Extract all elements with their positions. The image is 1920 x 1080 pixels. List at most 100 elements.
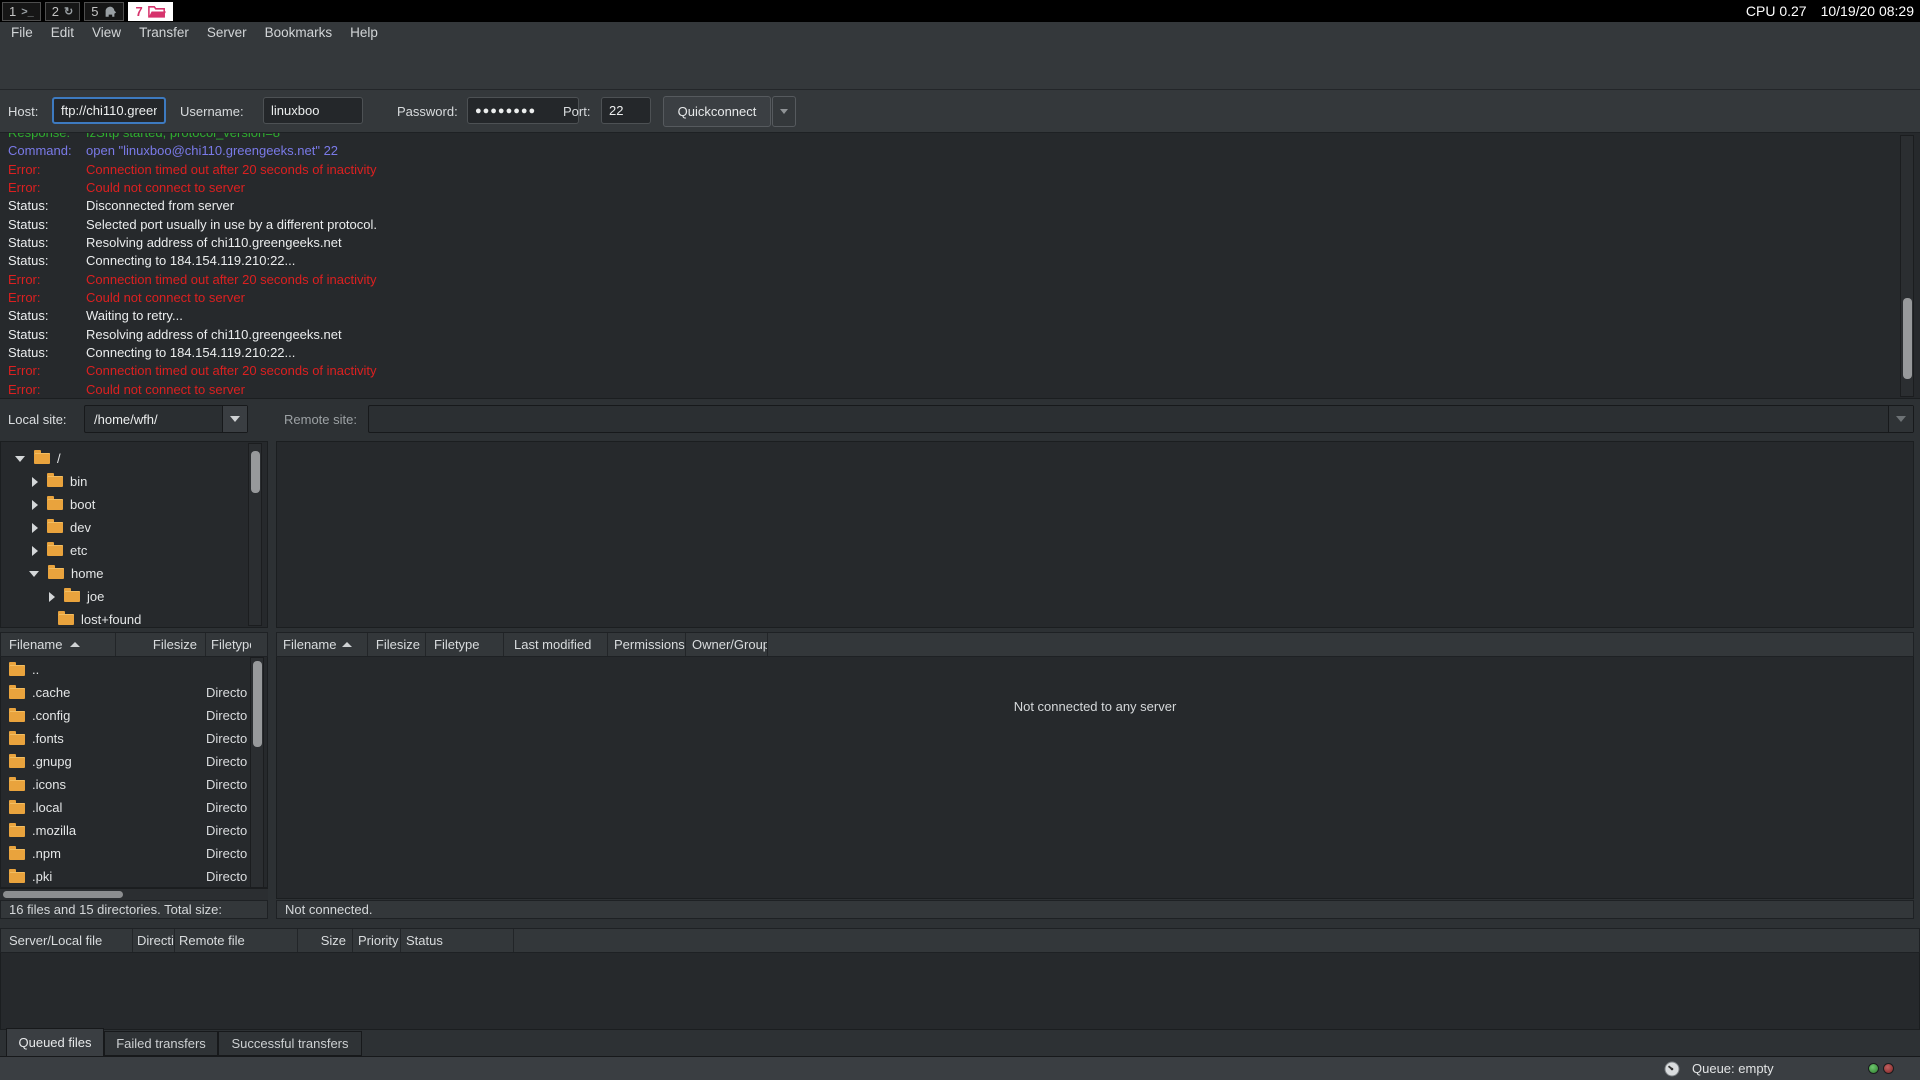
expander-open-icon[interactable] [29,571,39,577]
log-line: Response:fzSftp started, protocol_versio… [0,133,1920,142]
host-input[interactable] [52,97,166,124]
file-row-fonts[interactable]: .fonts Directory [1,728,267,751]
column-header-permissions[interactable]: Permissions [608,633,686,656]
file-row-pki[interactable]: .pki Directory [1,866,267,888]
quickconnect-button[interactable]: Quickconnect [663,96,771,127]
file-row-parent[interactable]: .. [1,659,267,682]
remote-list-status: Not connected. [276,900,1914,919]
column-header-filetype[interactable]: Filetype [206,633,251,656]
file-row-mozilla[interactable]: .mozilla Directory [1,820,267,843]
remote-site-dropdown-button[interactable] [1888,406,1913,432]
column-header-size[interactable]: Size [298,929,353,952]
tree-item-label: etc [70,543,87,558]
column-header-server-local-file[interactable]: Server/Local file [1,929,133,952]
menu-item-bookmarks[interactable]: Bookmarks [256,25,342,40]
remote-directory-tree-empty [276,441,1914,628]
speed-limits-icon[interactable] [1664,1061,1680,1077]
log-line: Error:Connection timed out after 20 seco… [0,362,1920,380]
workspace-7-button[interactable]: 7 [128,2,172,21]
tree-item-boot[interactable]: boot [1,493,267,516]
tree-item-joe[interactable]: joe [1,585,267,608]
queue-header: Server/Local file Direction Remote file … [0,928,1920,953]
workspace-5-button[interactable]: 5 [84,2,124,21]
log-scrollbar-thumb[interactable] [1903,298,1912,379]
log-line: Error:Could not connect to server [0,381,1920,399]
log-line: Status:Disconnected from server [0,197,1920,215]
tree-item-root[interactable]: / [1,447,267,470]
password-label: Password: [397,104,458,119]
local-list-hscrollbar-thumb[interactable] [3,891,123,898]
column-header-remote-file[interactable]: Remote file [175,929,298,952]
port-input[interactable] [601,97,651,124]
expander-closed-icon[interactable] [32,500,38,510]
local-list-scrollbar[interactable] [250,657,264,888]
column-header-direction[interactable]: Direction [133,929,175,952]
expander-closed-icon[interactable] [49,592,55,602]
menu-item-view[interactable]: View [83,25,130,40]
queue-body [0,953,1920,1030]
port-label: Port: [563,104,590,119]
quickconnect-button-label: Quickconnect [678,104,757,119]
file-row-cache[interactable]: .cache Directory [1,682,267,705]
remote-file-list: Not connected to any server [276,657,1914,899]
column-header-filesize[interactable]: Filesize [368,633,426,656]
sort-ascending-icon [342,642,352,647]
username-input[interactable] [263,97,363,124]
username-label: Username: [180,104,244,119]
workspace-1-button[interactable]: 1 >_ [2,2,41,21]
remote-site-combo[interactable] [368,405,1914,433]
log-scrollbar[interactable] [1900,135,1914,397]
folder-icon [9,711,25,722]
file-row-npm[interactable]: .npm Directory [1,843,267,866]
column-header-priority[interactable]: Priority [353,929,401,952]
expander-open-icon[interactable] [15,456,25,462]
tree-item-etc[interactable]: etc [1,539,267,562]
column-header-filename[interactable]: Filename [277,633,368,656]
file-row-gnupg[interactable]: .gnupg Directory [1,751,267,774]
tab-failed-transfers[interactable]: Failed transfers [104,1031,218,1056]
column-header-owner-group[interactable]: Owner/Group [686,633,768,656]
folder-icon [9,734,25,745]
workspace-2-button[interactable]: 2 ↻ [45,2,80,21]
folder-icon [47,545,63,556]
column-header-filesize[interactable]: Filesize [116,633,206,656]
local-site-combo[interactable]: /home/wfh/ [84,405,248,433]
file-row-config[interactable]: .config Directory [1,705,267,728]
tab-queued-files[interactable]: Queued files [6,1028,104,1057]
menu-item-help[interactable]: Help [341,25,387,40]
menu-item-edit[interactable]: Edit [42,25,83,40]
tab-label: Successful transfers [231,1036,348,1051]
tree-item-dev[interactable]: dev [1,516,267,539]
file-row-icons[interactable]: .icons Directory [1,774,267,797]
expander-closed-icon[interactable] [32,523,38,533]
local-site-dropdown-button[interactable] [222,406,247,432]
tree-item-lost-found[interactable]: lost+found [1,608,267,628]
tree-scrollbar[interactable] [248,443,262,626]
menu-item-file[interactable]: File [2,25,42,40]
column-header-filename[interactable]: Filename [1,633,116,656]
menu-item-server[interactable]: Server [198,25,256,40]
expander-closed-icon[interactable] [32,546,38,556]
tree-scrollbar-thumb[interactable] [251,451,260,493]
local-list-hscrollbar[interactable] [0,888,268,900]
column-header-last-modified[interactable]: Last modified [504,633,608,656]
folder-icon [58,614,74,625]
tree-item-home[interactable]: home [1,562,267,585]
file-row-local[interactable]: .local Directory [1,797,267,820]
led-green-icon [1868,1063,1879,1074]
column-header-status[interactable]: Status [401,929,514,952]
tree-item-bin[interactable]: bin [1,470,267,493]
column-header-filetype[interactable]: Filetype [426,633,504,656]
quickconnect-dropdown-button[interactable] [772,96,796,127]
tab-successful-transfers[interactable]: Successful transfers [218,1031,362,1056]
log-line: Error:Could not connect to server [0,179,1920,197]
menu-item-transfer[interactable]: Transfer [130,25,198,40]
tree-item-label: dev [70,520,91,535]
folder-icon [34,453,50,464]
folder-icon [47,476,63,487]
tree-item-label: bin [70,474,87,489]
local-list-scrollbar-thumb[interactable] [253,661,262,747]
cpu-indicator: CPU 0.27 [1746,3,1807,19]
terminal-icon: >_ [21,6,34,18]
expander-closed-icon[interactable] [32,477,38,487]
